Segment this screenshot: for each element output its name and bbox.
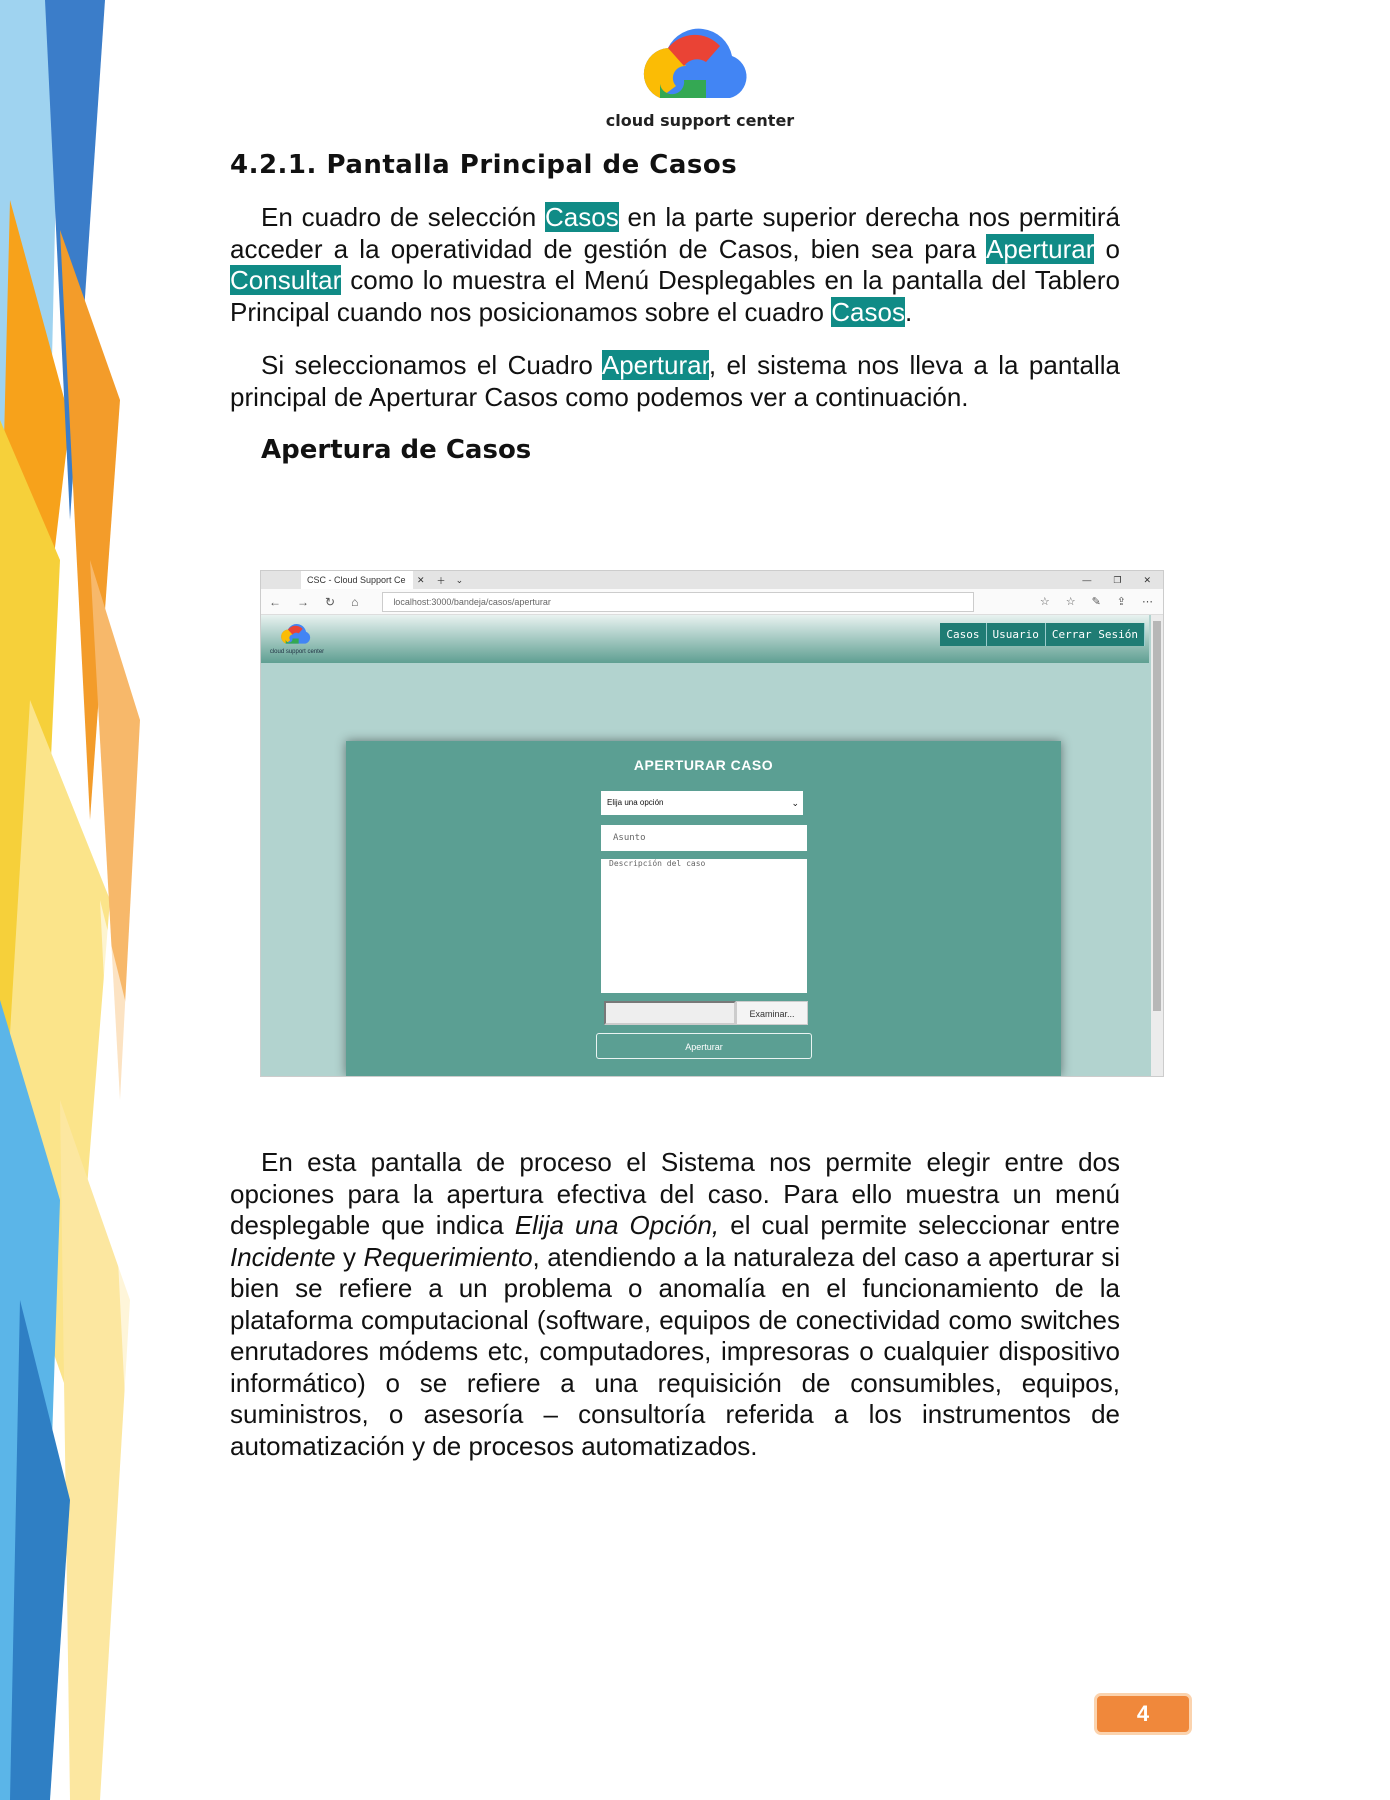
menu-casos[interactable]: Casos <box>940 623 987 646</box>
italic-run: Elija una Opción, <box>514 1210 720 1240</box>
restore-icon[interactable]: ❐ <box>1113 575 1121 586</box>
text-run: y <box>335 1241 364 1272</box>
embedded-screenshot: CSC - Cloud Support Ce ✕ ＋ ⌄ — ❐ ✕ ← → ↻… <box>260 570 1164 1077</box>
star-icon[interactable]: ☆ <box>1040 595 1050 608</box>
page-number: 4 <box>1094 1693 1192 1735</box>
highlight-consultar: Consultar <box>230 265 342 295</box>
subject-input[interactable]: Asunto <box>601 825 807 851</box>
highlight-aperturar-2: Aperturar <box>601 350 709 380</box>
favorites-icon[interactable]: ☆ <box>1066 595 1076 608</box>
menu-cerrar-sesion[interactable]: Cerrar Sesión <box>1045 623 1145 646</box>
menu-usuario[interactable]: Usuario <box>986 623 1046 646</box>
forward-icon[interactable]: → <box>297 595 309 609</box>
italic-run: Requerimiento <box>363 1241 533 1272</box>
close-window-icon[interactable]: ✕ <box>1143 575 1151 586</box>
close-tab-icon[interactable]: ✕ <box>417 575 425 586</box>
section-title: 4.2.1. Pantalla Principal de Casos <box>230 150 738 180</box>
refresh-icon[interactable]: ↻ <box>325 595 335 609</box>
text-run: como lo muestra el Menú Desplegables en … <box>230 265 1120 327</box>
logo-text: cloud support center <box>605 111 795 130</box>
app-header: cloud support center Casos Usuario Cerra… <box>261 615 1149 663</box>
text-run: En cuadro de selección <box>261 202 545 232</box>
browser-tabbar: CSC - Cloud Support Ce ✕ ＋ ⌄ — ❐ ✕ <box>261 571 1163 589</box>
chevron-down-icon: ⌄ <box>791 798 799 808</box>
window-controls: — ❐ ✕ <box>1082 575 1163 586</box>
url-field[interactable]: localhost:3000/bandeja/casos/aperturar <box>382 591 975 612</box>
app-menu: Casos Usuario Cerrar Sesión <box>940 623 1145 646</box>
aperturar-paragraph: Si seleccionamos el Cuadro Aperturar, el… <box>230 350 1120 413</box>
browser-address-bar: ← → ↻ ⌂ localhost:3000/bandeja/casos/ape… <box>261 589 1163 615</box>
page-scrollbar[interactable] <box>1151 615 1163 1076</box>
aperturar-caso-form: APERTURAR CASO Elija una opción ⌄ Asunto … <box>346 741 1061 1076</box>
minimize-icon[interactable]: — <box>1082 575 1091 586</box>
company-logo: cloud support center <box>600 18 800 130</box>
select-value: Elija una opción <box>607 798 664 807</box>
browser-tools: ☆ ☆ ✎ ⇪ ⋯ <box>1040 595 1163 608</box>
text-run: . <box>904 296 913 327</box>
text-run: o <box>1094 233 1121 264</box>
share-icon[interactable]: ⇪ <box>1117 595 1126 608</box>
text-run: Si seleccionamos el Cuadro <box>261 350 602 380</box>
decorative-side-graphic <box>0 0 160 1800</box>
home-icon[interactable]: ⌂ <box>351 595 358 609</box>
app-logo[interactable]: cloud support center <box>267 621 327 655</box>
more-icon[interactable]: ⋯ <box>1142 595 1153 608</box>
pen-icon[interactable]: ✎ <box>1092 595 1101 608</box>
aperturar-button[interactable]: Aperturar <box>596 1033 812 1059</box>
description-textarea[interactable]: Descripción del caso <box>601 859 807 993</box>
highlight-aperturar: Aperturar <box>985 233 1095 264</box>
back-icon[interactable]: ← <box>269 595 281 609</box>
cloud-logo-icon <box>643 28 747 98</box>
highlight-casos: Casos <box>545 202 619 232</box>
italic-run: Incidente <box>230 1241 336 1272</box>
browser-tab[interactable]: CSC - Cloud Support Ce <box>301 571 413 589</box>
chevron-down-icon[interactable]: ⌄ <box>456 575 464 586</box>
app-logo-text: cloud support center <box>269 649 325 655</box>
subsection-title: Apertura de Casos <box>261 435 532 465</box>
document-content: 4.2.1. Pantalla Principal de Casos En cu… <box>230 150 1120 465</box>
form-title: APERTURAR CASO <box>633 757 774 773</box>
scrollbar-thumb[interactable] <box>1153 621 1161 1011</box>
text-run: , atendiendo a la naturaleza del caso a … <box>230 1241 1120 1461</box>
text-run: el cual permite seleccionar entre <box>719 1210 1121 1240</box>
document-content-bottom: En esta pantalla de proceso el Sistema n… <box>230 1147 1120 1484</box>
explanation-paragraph: En esta pantalla de proceso el Sistema n… <box>230 1147 1120 1462</box>
intro-paragraph: En cuadro de selección Casos en la parte… <box>230 202 1120 328</box>
highlight-casos-2: Casos <box>831 296 905 327</box>
new-tab-icon[interactable]: ＋ <box>437 574 446 587</box>
browser-nav: ← → ↻ ⌂ <box>261 595 366 609</box>
file-path-field[interactable] <box>604 1001 736 1025</box>
cloud-logo-icon <box>281 624 311 644</box>
browse-button[interactable]: Examinar... <box>736 1001 808 1025</box>
case-type-select[interactable]: Elija una opción ⌄ <box>601 791 803 815</box>
